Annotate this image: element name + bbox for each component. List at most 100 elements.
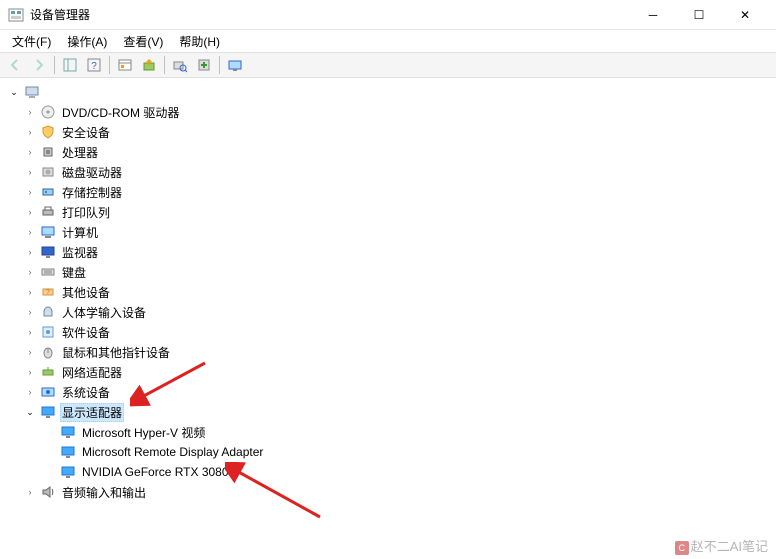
category-label: 显示适配器: [60, 403, 124, 422]
root-node[interactable]: ⌄: [2, 82, 774, 102]
category-label: 磁盘驱动器: [60, 163, 124, 182]
expander-spacer: [42, 464, 58, 480]
menubar: 文件(F) 操作(A) 查看(V) 帮助(H): [0, 30, 776, 52]
category-node[interactable]: › 打印队列: [2, 202, 774, 222]
category-node[interactable]: › 安全设备: [2, 122, 774, 142]
category-node[interactable]: › 网络适配器: [2, 362, 774, 382]
category-label: 音频输入和输出: [60, 483, 148, 502]
expander-icon[interactable]: ›: [22, 104, 38, 120]
category-node[interactable]: ›? 其他设备: [2, 282, 774, 302]
expander-icon[interactable]: ›: [22, 144, 38, 160]
category-label: 监视器: [60, 243, 100, 262]
expander-icon[interactable]: ›: [22, 184, 38, 200]
expander-icon[interactable]: ›: [22, 344, 38, 360]
svg-text:?: ?: [91, 61, 97, 72]
expander-icon[interactable]: ›: [22, 264, 38, 280]
category-node[interactable]: › 存储控制器: [2, 182, 774, 202]
category-node[interactable]: › 软件设备: [2, 322, 774, 342]
disc-icon: [40, 104, 56, 120]
menu-help[interactable]: 帮助(H): [171, 31, 228, 52]
device-tree[interactable]: ⌄ › DVD/CD-ROM 驱动器 › 安全设备 › 处理器 › 磁盘驱动器 › 存储控制器 › 打…: [0, 78, 776, 559]
computer-icon: [40, 224, 56, 240]
storage-icon: [40, 184, 56, 200]
category-label: 处理器: [60, 143, 100, 162]
forward-button[interactable]: [28, 54, 50, 76]
expander-spacer: [42, 444, 58, 460]
maximize-button[interactable]: ☐: [676, 0, 722, 30]
device-label: Microsoft Remote Display Adapter: [80, 444, 265, 460]
category-label: 存储控制器: [60, 183, 124, 202]
category-node[interactable]: › 键盘: [2, 262, 774, 282]
category-node[interactable]: › 鼠标和其他指针设备: [2, 342, 774, 362]
category-label: 安全设备: [60, 123, 112, 142]
category-node[interactable]: ›人体学输入设备: [2, 302, 774, 322]
mouse-icon: [40, 344, 56, 360]
view-devices-button[interactable]: [224, 54, 246, 76]
category-label: 打印队列: [60, 203, 112, 222]
window-title: 设备管理器: [30, 6, 630, 23]
device-label: NVIDIA GeForce RTX 3080: [80, 464, 231, 480]
expander-icon[interactable]: ›: [22, 384, 38, 400]
expander-icon[interactable]: ›: [22, 304, 38, 320]
expander-icon[interactable]: ›: [22, 164, 38, 180]
category-node[interactable]: › DVD/CD-ROM 驱动器: [2, 102, 774, 122]
display-icon: [60, 424, 76, 440]
menu-file[interactable]: 文件(F): [4, 31, 59, 52]
category-label: 其他设备: [60, 283, 112, 302]
disk-icon: [40, 164, 56, 180]
menu-view[interactable]: 查看(V): [115, 31, 171, 52]
software-icon: [40, 324, 56, 340]
scan-hardware-button[interactable]: [169, 54, 191, 76]
device-node[interactable]: NVIDIA GeForce RTX 3080: [2, 462, 774, 482]
properties-button[interactable]: [114, 54, 136, 76]
expander-icon[interactable]: ›: [22, 204, 38, 220]
menu-action[interactable]: 操作(A): [59, 31, 115, 52]
expander-icon[interactable]: ›: [22, 484, 38, 500]
category-label: 键盘: [60, 263, 88, 282]
svg-text:?: ?: [46, 289, 50, 296]
category-node[interactable]: › 处理器: [2, 142, 774, 162]
show-hide-console-tree-button[interactable]: [59, 54, 81, 76]
titlebar: 设备管理器 ─ ☐ ✕: [0, 0, 776, 30]
add-legacy-hardware-button[interactable]: [193, 54, 215, 76]
update-driver-button[interactable]: [138, 54, 160, 76]
minimize-button[interactable]: ─: [630, 0, 676, 30]
category-label: 软件设备: [60, 323, 112, 342]
root-label: [44, 91, 48, 93]
watermark-text: 赵不二AI笔记: [691, 539, 768, 554]
toolbar: ?: [0, 52, 776, 78]
category-node[interactable]: › 音频输入和输出: [2, 482, 774, 502]
category-node[interactable]: › 磁盘驱动器: [2, 162, 774, 182]
expander-icon[interactable]: ⌄: [6, 84, 22, 100]
expander-icon[interactable]: ›: [22, 124, 38, 140]
system-icon: [40, 384, 56, 400]
expander-icon[interactable]: ›: [22, 224, 38, 240]
other-icon: ?: [40, 284, 56, 300]
toolbar-separator: [164, 56, 165, 74]
category-node[interactable]: › 系统设备: [2, 382, 774, 402]
category-node[interactable]: ›计算机: [2, 222, 774, 242]
expander-icon[interactable]: ⌄: [22, 404, 38, 420]
expander-icon[interactable]: ›: [22, 284, 38, 300]
category-node[interactable]: ⌄ 显示适配器: [2, 402, 774, 422]
category-label: DVD/CD-ROM 驱动器: [60, 103, 181, 122]
printer-icon: [40, 204, 56, 220]
category-label: 鼠标和其他指针设备: [60, 343, 172, 362]
expander-icon[interactable]: ›: [22, 324, 38, 340]
close-button[interactable]: ✕: [722, 0, 768, 30]
back-button[interactable]: [4, 54, 26, 76]
display-icon: [60, 444, 76, 460]
display-icon: [40, 404, 56, 420]
category-label: 网络适配器: [60, 363, 124, 382]
device-node[interactable]: Microsoft Hyper-V 视频: [2, 422, 774, 442]
watermark: C赵不二AI笔记: [675, 536, 768, 555]
device-node[interactable]: Microsoft Remote Display Adapter: [2, 442, 774, 462]
device-label: Microsoft Hyper-V 视频: [80, 423, 207, 442]
help-button[interactable]: ?: [83, 54, 105, 76]
expander-icon[interactable]: ›: [22, 244, 38, 260]
expander-icon[interactable]: ›: [22, 364, 38, 380]
toolbar-separator: [54, 56, 55, 74]
category-node[interactable]: › 监视器: [2, 242, 774, 262]
monitor-icon: [40, 244, 56, 260]
category-label: 系统设备: [60, 383, 112, 402]
